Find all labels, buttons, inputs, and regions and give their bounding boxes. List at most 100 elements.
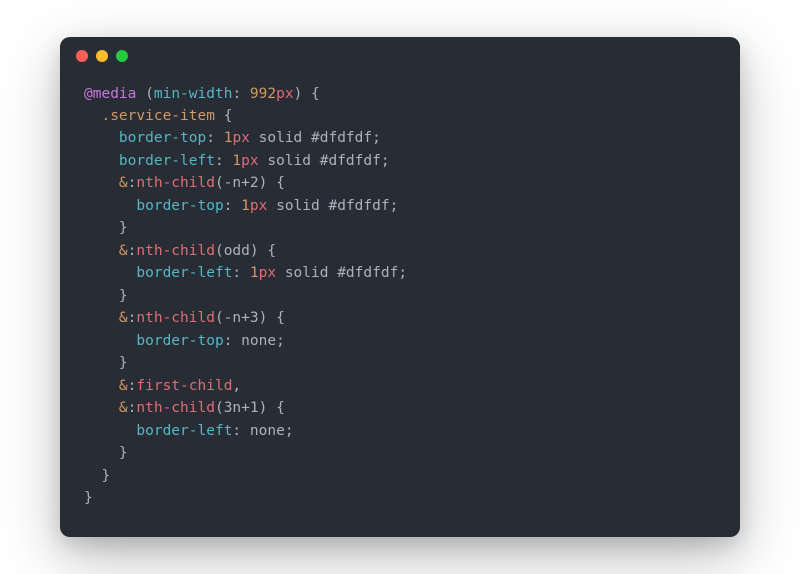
- code-token: }: [84, 490, 93, 506]
- code-token: px: [250, 198, 267, 214]
- code-line: &:nth-child(odd) {: [84, 240, 716, 262]
- code-token: (: [215, 310, 224, 326]
- code-token: solid: [250, 130, 311, 146]
- code-token: -n+3: [224, 310, 259, 326]
- code-line: &:first-child,: [84, 375, 716, 397]
- code-token: (: [215, 175, 224, 191]
- code-token: none: [250, 423, 285, 439]
- code-token: ;: [381, 153, 390, 169]
- code-line: border-top: none;: [84, 330, 716, 352]
- code-token: [84, 175, 119, 191]
- code-token: none: [241, 333, 276, 349]
- code-token: (: [215, 400, 224, 416]
- code-token: (: [136, 86, 153, 102]
- code-token: {: [267, 400, 284, 416]
- code-line: }: [84, 442, 716, 464]
- code-token: [84, 108, 101, 124]
- code-line: border-left: none;: [84, 420, 716, 442]
- code-token: :: [224, 333, 241, 349]
- code-token: [84, 310, 119, 326]
- code-line: &:nth-child(-n+2) {: [84, 172, 716, 194]
- code-line: }: [84, 217, 716, 239]
- code-token: ;: [285, 423, 294, 439]
- code-token: [84, 153, 119, 169]
- code-token: 1: [241, 198, 250, 214]
- code-token: border-top: [136, 333, 223, 349]
- code-line: }: [84, 352, 716, 374]
- code-token: solid: [276, 265, 337, 281]
- code-line: border-top: 1px solid #dfdfdf;: [84, 195, 716, 217]
- code-line: border-left: 1px solid #dfdfdf;: [84, 262, 716, 284]
- code-token: :: [224, 198, 241, 214]
- code-token: }: [84, 288, 128, 304]
- code-token: }: [84, 468, 110, 484]
- code-token: }: [84, 220, 128, 236]
- code-token: 1: [232, 153, 241, 169]
- code-token: ;: [276, 333, 285, 349]
- code-token: [84, 378, 119, 394]
- code-token: #dfdfdf: [311, 130, 372, 146]
- code-token: solid: [259, 153, 320, 169]
- code-token: [84, 243, 119, 259]
- code-token: :: [232, 423, 249, 439]
- code-token: {: [215, 108, 232, 124]
- code-token: :: [232, 265, 249, 281]
- code-token: &: [119, 243, 128, 259]
- close-icon[interactable]: [76, 50, 88, 62]
- code-token: [84, 423, 136, 439]
- code-token: [84, 333, 136, 349]
- code-token: first-child: [136, 378, 232, 394]
- code-token: [84, 130, 119, 146]
- code-token: {: [267, 310, 284, 326]
- code-token: ;: [372, 130, 381, 146]
- code-token: [84, 265, 136, 281]
- code-token: min-width: [154, 86, 233, 102]
- code-token: 992: [250, 86, 276, 102]
- code-token: ;: [390, 198, 399, 214]
- code-token: nth-child: [136, 243, 215, 259]
- code-token: }: [84, 355, 128, 371]
- code-token: :: [215, 153, 232, 169]
- code-line: @media (min-width: 992px) {: [84, 83, 716, 105]
- code-token: nth-child: [136, 400, 215, 416]
- code-token: ): [250, 243, 259, 259]
- code-token: -n+2: [224, 175, 259, 191]
- code-token: }: [84, 445, 128, 461]
- code-token: &: [119, 310, 128, 326]
- code-token: :: [232, 86, 249, 102]
- code-token: ,: [232, 378, 241, 394]
- code-window: @media (min-width: 992px) { .service-ite…: [60, 37, 740, 538]
- code-token: solid: [267, 198, 328, 214]
- code-line: border-top: 1px solid #dfdfdf;: [84, 127, 716, 149]
- code-token: [84, 198, 136, 214]
- code-token: border-top: [136, 198, 223, 214]
- code-line: &:nth-child(3n+1) {: [84, 397, 716, 419]
- code-token: ;: [398, 265, 407, 281]
- code-token: 3n+1: [224, 400, 259, 416]
- code-line: &:nth-child(-n+3) {: [84, 307, 716, 329]
- code-token: {: [259, 243, 276, 259]
- code-token: #dfdfdf: [320, 153, 381, 169]
- code-token: border-top: [119, 130, 206, 146]
- code-token: 1: [250, 265, 259, 281]
- code-token: &: [119, 400, 128, 416]
- code-line: border-left: 1px solid #dfdfdf;: [84, 150, 716, 172]
- code-block: @media (min-width: 992px) { .service-ite…: [60, 75, 740, 538]
- code-token: #dfdfdf: [328, 198, 389, 214]
- code-token: px: [276, 86, 293, 102]
- code-token: border-left: [136, 265, 232, 281]
- minimize-icon[interactable]: [96, 50, 108, 62]
- code-token: px: [259, 265, 276, 281]
- code-token: px: [232, 130, 249, 146]
- code-token: odd: [224, 243, 250, 259]
- maximize-icon[interactable]: [116, 50, 128, 62]
- code-token: :: [206, 130, 223, 146]
- code-token: border-left: [119, 153, 215, 169]
- code-token: {: [267, 175, 284, 191]
- code-token: &: [119, 378, 128, 394]
- code-token: @media: [84, 86, 136, 102]
- code-token: (: [215, 243, 224, 259]
- code-token: nth-child: [136, 310, 215, 326]
- code-line: .service-item {: [84, 105, 716, 127]
- code-line: }: [84, 465, 716, 487]
